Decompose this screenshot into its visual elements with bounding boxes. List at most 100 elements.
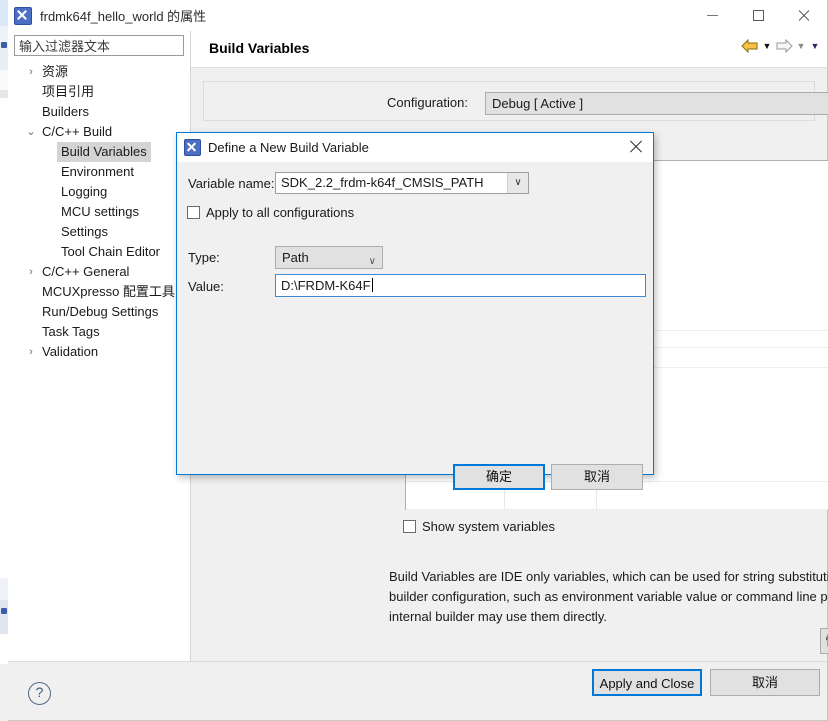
sidebar-item-label: Environment [61,164,134,179]
bg-stripe [0,26,8,42]
configuration-label: Configuration: [387,95,468,110]
apply-to-all-label: Apply to all configurations [206,205,355,220]
maximize-button[interactable] [735,0,781,31]
show-system-variables-checkbox[interactable] [403,520,416,533]
sidebar-item-label: MCUXpresso 配置工具 [42,284,175,299]
page-title: Build Variables [209,40,310,56]
sidebar-item-build-variables[interactable]: Build Variables [8,142,191,162]
sidebar-item-label: 项目引用 [42,84,95,99]
type-value: Path [282,250,309,265]
dialog-close-icon[interactable] [629,140,643,154]
bg-stripe [0,634,8,664]
page-header: Build Variables ▼ ▼ ▼ [191,31,827,68]
text-caret [371,278,373,292]
bg-stripe [0,70,8,90]
dialog-title: Define a New Build Variable [208,140,369,155]
dialog-button-bar: ? [8,661,827,720]
sidebar-item-environment[interactable]: Environment [8,162,191,182]
chevron-right-icon[interactable]: › [25,342,37,362]
sidebar-item-label: Settings [61,224,108,239]
chevron-down-icon[interactable]: ⌄ [25,122,37,142]
close-icon [798,10,810,22]
table-row [406,509,828,510]
minimize-button[interactable] [689,0,735,31]
sidebar-item-label: Builders [42,104,89,119]
sidebar-item-c-c-general[interactable]: › C/C++ General [8,262,191,282]
dialog-title-bar[interactable]: Define a New Build Variable [177,133,653,162]
back-arrow-icon[interactable] [741,39,759,53]
settings-tree[interactable]: › 资源项目引用 Builders ⌄ C/C++ Build Build Variabl… [8,62,191,362]
sidebar-item-run-debug-settings[interactable]: Run/Debug Settings [8,302,191,322]
dialog-cancel-button[interactable]: 取消 [551,464,643,490]
bg-app-icon [1,608,7,614]
window-controls [689,0,827,31]
sidebar-item-tool-chain-editor[interactable]: Tool Chain Editor [8,242,191,262]
window-title: frdmk64f_hello_world 的属性 [40,9,207,24]
chevron-right-icon[interactable]: › [25,62,37,82]
show-system-variables-label: Show system variables [422,519,555,534]
sidebar-item-settings[interactable]: Settings [8,222,191,242]
apply-to-all-checkbox[interactable] [187,206,200,219]
sidebar-item-task-tags[interactable]: Task Tags [8,322,191,342]
sidebar-item-label: 资源 [42,64,69,79]
sidebar-item-mcuxpresso[interactable]: MCUXpresso 配置工具 [8,282,191,302]
sidebar-item-label: Tool Chain Editor [61,244,160,259]
sidebar-item-label: Logging [61,184,108,199]
sidebar-item-[interactable]: 项目引用 [8,82,191,102]
sidebar-item-label: Build Variables [57,142,151,162]
show-system-variables-checkbox-row[interactable]: Show system variables [403,519,555,534]
close-button[interactable] [781,0,827,31]
apply-to-all-row[interactable]: Apply to all configurations [187,205,354,220]
page-menu-dropdown-icon[interactable]: ▼ [809,41,821,51]
chevron-down-icon: ∨ [368,256,376,267]
chevron-down-icon[interactable]: ∨ [507,173,528,193]
chevron-right-icon[interactable]: › [25,262,37,282]
value-text: D:\FRDM-K64F [281,278,371,293]
sidebar-item-label: Task Tags [42,324,100,339]
value-input[interactable]: D:\FRDM-K64F [275,274,646,297]
configuration-value: Debug [ Active ] [492,96,584,111]
sidebar-item-label: C/C++ Build [42,124,113,139]
sidebar-item-[interactable]: › 资源 [8,62,191,82]
sidebar-item-label: MCU settings [61,204,140,219]
sidebar-item-mcu-settings[interactable]: MCU settings [8,202,191,222]
forward-dropdown-icon[interactable]: ▼ [795,41,807,51]
minimize-icon [706,15,718,16]
sidebar-item-c-c-build[interactable]: ⌄ C/C++ Build [8,122,191,142]
page-nav-buttons: ▼ ▼ ▼ [741,39,821,53]
title-bar[interactable]: frdmk64f_hello_world 的属性 [8,0,827,31]
bg-stripe [0,98,8,578]
variable-name-value: SDK_2.2_frdm-k64f_CMSIS_PATH [281,175,484,190]
filter-input[interactable]: 输入过滤器文本 [14,35,184,56]
back-dropdown-icon[interactable]: ▼ [761,41,773,51]
sidebar-item-label: Validation [42,344,99,359]
sidebar-item-label: Run/Debug Settings [42,304,159,319]
screen-root: frdmk64f_hello_world 的属性 输入过滤器文本 › 资源项目引用… [0,0,828,721]
bg-app-icon [1,42,7,48]
bg-stripe [0,600,8,634]
eclipse-x-icon [14,6,32,25]
sidebar-item-builders[interactable]: Builders [8,102,191,122]
sidebar-item-validation[interactable]: › Validation [8,342,191,362]
help-icon[interactable]: ? [28,682,51,705]
dialog-ok-button[interactable]: 确定 [453,464,545,490]
configuration-select[interactable]: Debug [ Active ] ∨ [485,92,828,115]
apply-and-close-button[interactable]: Apply and Close [592,669,702,696]
type-select[interactable]: Path ∨ [275,246,383,269]
bg-stripe [0,90,8,98]
bg-stripe [0,0,8,26]
restore-defaults-button[interactable]: 恢复默认值(D) [820,628,828,654]
maximize-icon [752,10,764,21]
forward-arrow-icon[interactable] [775,39,793,53]
variable-name-input[interactable]: SDK_2.2_frdm-k64f_CMSIS_PATH ∨ [275,172,529,194]
type-label: Type: [188,250,220,265]
dialog-body: Variable name: SDK_2.2_frdm-k64f_CMSIS_P… [177,162,653,490]
bg-stripe [0,664,8,721]
variable-name-label: Variable name: [188,176,275,191]
sidebar-item-logging[interactable]: Logging [8,182,191,202]
define-build-variable-dialog: Define a New Build Variable Variable nam… [176,132,654,490]
cancel-button[interactable]: 取消 [710,669,820,696]
eclipse-x-icon [184,139,201,156]
settings-tree-panel: 输入过滤器文本 › 资源项目引用 Builders ⌄ C/C++ Build Build… [8,31,191,661]
sidebar-item-label: C/C++ General [42,264,130,279]
